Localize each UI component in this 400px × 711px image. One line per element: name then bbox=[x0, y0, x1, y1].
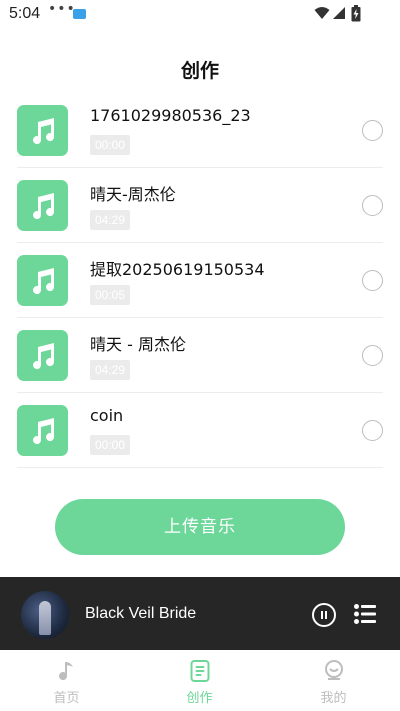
battery-icon bbox=[351, 5, 361, 22]
list-item[interactable]: coin 00:00 bbox=[17, 393, 383, 468]
music-note-icon bbox=[32, 267, 54, 294]
status-dots: ••• bbox=[48, 1, 76, 17]
notification-app-icon bbox=[73, 9, 86, 19]
track-name: 1761029980536_23 bbox=[90, 106, 251, 125]
tab-home-label: 首页 bbox=[53, 691, 80, 706]
tab-create[interactable]: 创作 bbox=[133, 650, 266, 711]
music-note-icon bbox=[32, 342, 54, 369]
music-note-icon bbox=[32, 417, 54, 444]
music-note-icon bbox=[58, 662, 73, 681]
tab-create-label: 创作 bbox=[186, 691, 213, 706]
select-radio[interactable] bbox=[362, 270, 383, 291]
now-playing-title: Black Veil Bride bbox=[85, 605, 197, 622]
list-item[interactable]: 提取20250619150534 00:05 bbox=[17, 243, 383, 318]
music-note-icon bbox=[32, 117, 54, 144]
wifi-icon bbox=[314, 7, 330, 19]
tab-mine[interactable]: 我的 bbox=[267, 650, 400, 711]
list-item[interactable]: 晴天 - 周杰伦 04:29 bbox=[17, 318, 383, 393]
track-cover bbox=[17, 405, 68, 456]
playlist-icon[interactable] bbox=[354, 603, 376, 625]
track-duration: 04:29 bbox=[90, 360, 131, 380]
mini-player[interactable]: Black Veil Bride bbox=[0, 577, 400, 650]
track-name: 提取20250619150534 bbox=[90, 260, 265, 279]
select-radio[interactable] bbox=[362, 345, 383, 366]
select-radio[interactable] bbox=[362, 420, 383, 441]
status-bar: 5:04 ••• bbox=[0, 0, 400, 28]
track-cover bbox=[17, 330, 68, 381]
track-name: 晴天-周杰伦 bbox=[90, 185, 176, 204]
signal-icon bbox=[333, 7, 345, 19]
bottom-tab-bar: 首页 创作 我的 bbox=[0, 650, 400, 711]
profile-icon bbox=[324, 660, 343, 680]
page-title: 创作 bbox=[180, 60, 219, 82]
status-icons bbox=[314, 5, 374, 22]
list-item[interactable]: 晴天-周杰伦 04:29 bbox=[17, 168, 383, 243]
track-duration: 00:00 bbox=[90, 435, 131, 455]
album-cover[interactable] bbox=[21, 591, 69, 639]
tab-mine-label: 我的 bbox=[320, 691, 347, 706]
track-name: 晴天 - 周杰伦 bbox=[90, 335, 186, 354]
list-item[interactable]: 1761029980536_23 00:00 bbox=[17, 93, 383, 168]
select-radio[interactable] bbox=[362, 120, 383, 141]
track-duration: 04:29 bbox=[90, 210, 131, 230]
upload-music-button[interactable]: 上传音乐 bbox=[55, 499, 345, 555]
select-radio[interactable] bbox=[362, 195, 383, 216]
track-duration: 00:00 bbox=[90, 135, 131, 155]
status-time: 5:04 bbox=[9, 5, 41, 22]
track-name: coin bbox=[90, 406, 124, 425]
pause-button[interactable] bbox=[312, 603, 336, 627]
document-icon bbox=[190, 660, 209, 682]
album-cover-figure bbox=[39, 601, 51, 635]
tab-home[interactable]: 首页 bbox=[0, 650, 133, 711]
music-note-icon bbox=[32, 192, 54, 219]
track-cover bbox=[17, 255, 68, 306]
track-list: 1761029980536_23 00:00 晴天-周杰伦 04:29 提取20… bbox=[17, 93, 383, 468]
track-duration: 00:05 bbox=[90, 285, 131, 305]
track-cover bbox=[17, 105, 68, 156]
track-cover bbox=[17, 180, 68, 231]
